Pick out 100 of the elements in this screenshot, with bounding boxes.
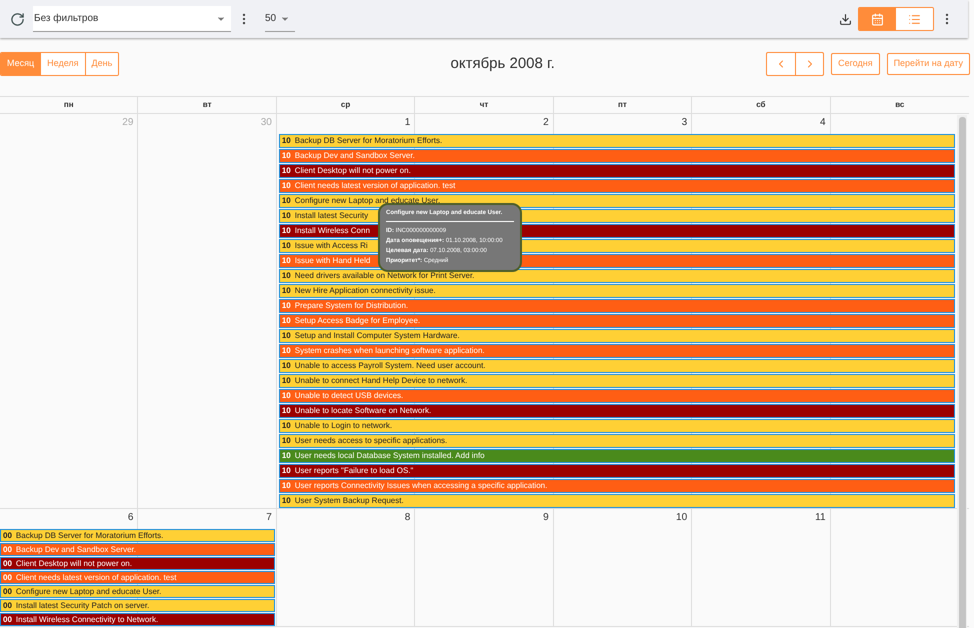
- event-count: 10: [282, 241, 291, 251]
- list-icon: [908, 12, 921, 26]
- event-bar[interactable]: 10 User reports "Failure to load OS.": [278, 464, 955, 478]
- event-title: Issue with Access Ri: [294, 241, 368, 251]
- event-title: Install latest Security: [294, 211, 368, 221]
- day-number: 9: [543, 512, 549, 524]
- event-bar[interactable]: 10 Need drivers available on Network for Print Server.: [278, 269, 955, 283]
- day-number: 1: [404, 117, 410, 129]
- event-count: 10: [282, 211, 291, 221]
- event-count: 10: [282, 196, 291, 206]
- event-count: 10: [282, 316, 291, 326]
- event-title: Install Wireless Conn: [294, 226, 370, 236]
- event-title: User needs local Database System installed. Add info: [294, 451, 485, 461]
- event-title: User needs access to specific applications.: [294, 436, 448, 446]
- day-number: 29: [122, 117, 134, 129]
- weekday-header: вс: [895, 99, 904, 111]
- event-count: 00: [3, 572, 12, 582]
- event-title: Setup and Install Computer System Hardware.: [294, 331, 460, 341]
- event-count: 10: [282, 406, 291, 416]
- day-number: 3: [682, 117, 688, 129]
- event-title: Backup DB Server for Moratorium Efforts.: [294, 136, 442, 146]
- event-bar[interactable]: 00 Configure new Laptop and educate User.: [0, 585, 275, 598]
- event-count: 00: [3, 544, 12, 554]
- day-number: 10: [676, 512, 688, 524]
- event-count: 10: [282, 391, 291, 401]
- day-number: 6: [128, 512, 134, 524]
- refresh-icon[interactable]: [10, 12, 25, 26]
- event-count: 10: [282, 286, 291, 296]
- event-title: Client needs latest version of application. test: [16, 572, 176, 582]
- event-title: User reports "Failure to load OS.": [294, 466, 414, 476]
- event-bar[interactable]: 00 Backup DB Server for Moratorium Efforts.: [0, 529, 275, 542]
- weekday-header: пн: [64, 99, 74, 111]
- list-view-button[interactable]: [896, 8, 933, 30]
- event-title: User reports Connectivity Issues when accessing a specific application.: [294, 481, 548, 491]
- event-count: 00: [3, 558, 12, 568]
- weekday-header: сб: [756, 99, 766, 111]
- event-count: 10: [282, 496, 291, 506]
- event-title: Configure new Laptop and educate User.: [16, 586, 162, 596]
- event-bar[interactable]: 00 Install latest Security Patch on server.: [0, 599, 275, 612]
- day-number: 2: [543, 117, 549, 129]
- download-icon[interactable]: [839, 12, 852, 26]
- weekday-header: ср: [340, 99, 350, 111]
- event-count: 10: [282, 301, 291, 311]
- event-bar[interactable]: 10 Client Desktop will not power on.: [278, 164, 955, 178]
- event-count: 10: [282, 226, 291, 236]
- event-title: Unable to detect USB devices.: [294, 391, 404, 401]
- event-bar[interactable]: 10 New Hire Application connectivity issue.: [278, 284, 955, 298]
- event-bar[interactable]: 10 User needs access to specific applications.: [278, 434, 955, 448]
- event-title: Backup DB Server for Moratorium Efforts.: [16, 530, 164, 540]
- event-count: 00: [3, 530, 12, 540]
- weekday-header: чт: [480, 99, 488, 111]
- event-bar[interactable]: 10 Backup DB Server for Moratorium Efforts.: [278, 134, 955, 148]
- day-number: 11: [815, 512, 826, 524]
- weekday-header: пт: [618, 99, 627, 111]
- event-count: 10: [282, 256, 291, 266]
- event-count: 00: [3, 600, 12, 610]
- event-bar[interactable]: 00 Client Desktop will not power on.: [0, 557, 275, 570]
- event-count: 00: [3, 586, 12, 596]
- event-count: 10: [282, 166, 291, 176]
- event-count: 10: [282, 421, 291, 431]
- event-count: 10: [282, 481, 291, 491]
- event-bar[interactable]: 00 Install Wireless Connectivity to Network.: [0, 613, 275, 626]
- calendar-title: октябрь 2008 г.: [450, 54, 555, 74]
- event-title: Backup Dev and Sandbox Server.: [294, 151, 415, 161]
- filter-select[interactable]: Без фильтров: [33, 6, 231, 32]
- event-title: User System Backup Request.: [294, 496, 404, 506]
- day-number: 7: [266, 512, 272, 524]
- event-bar[interactable]: 10 Unable to connect Hand Help Device to network.: [278, 374, 955, 388]
- event-count: 00: [3, 614, 12, 624]
- event-bar[interactable]: 10 Unable to access Payroll System. Need user account.: [278, 359, 955, 373]
- event-count: 10: [282, 466, 291, 476]
- event-count: 10: [282, 436, 291, 446]
- event-title: Prepare System for Distribution.: [294, 301, 408, 311]
- event-title: Install latest Security Patch on server.: [16, 600, 150, 610]
- event-count: 10: [282, 181, 291, 191]
- event-title: Need drivers available on Network for Print Server.: [294, 271, 474, 281]
- calendar-icon: [871, 12, 884, 26]
- event-count: 10: [282, 136, 291, 146]
- event-bar[interactable]: 10 Unable to locate Software on Network.: [278, 404, 955, 418]
- event-count: 10: [282, 361, 291, 371]
- event-title: Unable to Login to network.: [294, 421, 392, 431]
- event-bar[interactable]: 10 User needs local Database System installed. Add info: [278, 449, 955, 463]
- event-title: Unable to connect Hand Help Device to network.: [294, 376, 468, 386]
- event-bar[interactable]: 10 Setup and Install Computer System Hardware.: [278, 329, 955, 343]
- page-size-select[interactable]: 50: [265, 6, 295, 32]
- event-title: Issue with Hand Held: [294, 256, 370, 266]
- event-title: Client needs latest version of application. test: [294, 181, 456, 191]
- event-title: Install Wireless Connectivity to Network.: [16, 614, 158, 624]
- event-title: Backup Dev and Sandbox Server.: [16, 544, 136, 554]
- event-title: Unable to access Payroll System. Need user account.: [294, 361, 486, 371]
- event-title: Configure new Laptop and educate User.: [294, 196, 440, 206]
- event-bar[interactable]: 10 Unable to Login to network.: [278, 419, 955, 433]
- event-count: 10: [282, 331, 291, 341]
- event-bar[interactable]: 10 Configure new Laptop and educate User.: [278, 194, 955, 208]
- calendar-view-button[interactable]: [859, 8, 896, 30]
- event-bar[interactable]: 10 User System Backup Request.: [278, 494, 955, 508]
- day-number: 8: [404, 512, 410, 524]
- day-number: 4: [820, 117, 826, 129]
- event-count: 10: [282, 271, 291, 281]
- event-count: 10: [282, 451, 291, 461]
